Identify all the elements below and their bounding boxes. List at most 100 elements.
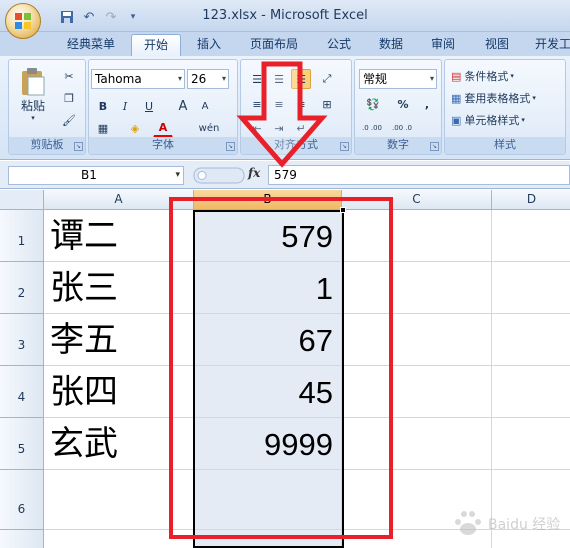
row-header[interactable]: 6 xyxy=(0,470,44,530)
increase-decimal-button[interactable]: .0 .00 xyxy=(359,118,385,138)
styles-group-label: 样式 xyxy=(445,137,565,154)
phonetic-button[interactable]: wén xyxy=(195,118,223,138)
cell-styles-icon: ▣ xyxy=(451,113,462,127)
cell-a2[interactable]: 张三 xyxy=(44,262,194,314)
column-header-a[interactable]: A xyxy=(44,190,194,210)
chevron-down-icon: ▾ xyxy=(175,170,180,180)
cell-c2[interactable] xyxy=(342,262,492,314)
watermark-text: Baidu 经验 xyxy=(488,517,560,533)
formula-input[interactable]: 579 xyxy=(268,165,570,185)
accounting-format-icon[interactable]: 💱 xyxy=(359,94,387,114)
paste-label: 粘贴 xyxy=(20,98,45,113)
cell-a7[interactable] xyxy=(44,530,194,548)
ribbon-tabs: 经典菜单 开始 插入 页面布局 公式 数据 审阅 视图 开发工 xyxy=(0,32,570,56)
font-name-combo[interactable]: Tahoma ▾ xyxy=(91,69,185,89)
cell-c4[interactable] xyxy=(342,366,492,418)
shrink-font-button[interactable]: A xyxy=(195,96,215,116)
font-size-value: 26 xyxy=(191,72,207,86)
cell-a1[interactable]: 谭二 xyxy=(44,210,194,262)
copy-icon[interactable]: ❐ xyxy=(59,88,79,108)
decrease-decimal-button[interactable]: .00 .0 xyxy=(389,118,415,138)
tab-page-layout[interactable]: 页面布局 xyxy=(240,34,308,56)
font-name-value: Tahoma xyxy=(95,72,142,86)
tab-formulas[interactable]: 公式 xyxy=(316,34,362,56)
tab-developer[interactable]: 开发工 xyxy=(530,34,570,56)
cell-styles-label: 单元格样式 xyxy=(464,114,520,127)
row-header[interactable]: 5 xyxy=(0,418,44,470)
underline-button[interactable]: U xyxy=(139,96,159,116)
italic-button[interactable]: I xyxy=(115,96,135,116)
table-format-icon: ▦ xyxy=(451,91,462,105)
bold-button[interactable]: B xyxy=(93,96,113,116)
title-bar: ↶ ↷ ▾ 123.xlsx - Microsoft Excel xyxy=(0,0,570,39)
cell-d2[interactable] xyxy=(492,262,570,314)
tab-insert[interactable]: 插入 xyxy=(186,34,232,56)
conditional-format-icon: ▤ xyxy=(451,69,462,83)
grow-font-button[interactable]: A xyxy=(173,96,193,116)
paste-button[interactable]: 粘贴 ▾ xyxy=(15,66,51,122)
tab-classic-menu[interactable]: 经典菜单 xyxy=(56,34,126,56)
select-all-button[interactable] xyxy=(0,190,44,210)
number-format-combo[interactable]: 常规 ▾ xyxy=(359,69,437,89)
cell-b7[interactable] xyxy=(194,530,342,548)
cell-a3[interactable]: 李五 xyxy=(44,314,194,366)
cell-c5[interactable] xyxy=(342,418,492,470)
insert-function-button[interactable]: fx xyxy=(248,166,260,180)
cut-icon[interactable]: ✂ xyxy=(59,66,79,86)
number-group-label: 数字 xyxy=(355,137,441,154)
percent-button[interactable]: % xyxy=(393,94,413,114)
window-title: 123.xlsx - Microsoft Excel xyxy=(202,8,368,23)
tab-view[interactable]: 视图 xyxy=(474,34,520,56)
font-size-combo[interactable]: 26 ▾ xyxy=(187,69,229,89)
cell-b6[interactable] xyxy=(194,470,342,530)
tab-data[interactable]: 数据 xyxy=(368,34,414,56)
cell-d3[interactable] xyxy=(492,314,570,366)
conditional-format-button[interactable]: ▤ 条件格式 ▾ xyxy=(451,66,514,86)
name-box-value: B1 xyxy=(81,168,97,182)
office-button[interactable] xyxy=(5,3,41,39)
cell-b3[interactable]: 67 xyxy=(194,314,342,366)
number-dialog-launcher[interactable]: ↘ xyxy=(430,142,439,151)
row-header[interactable]: 1 xyxy=(0,210,44,262)
cell-a5[interactable]: 玄武 xyxy=(44,418,194,470)
format-as-table-button[interactable]: ▦ 套用表格格式 ▾ xyxy=(451,88,536,108)
column-header-d[interactable]: D xyxy=(492,190,570,210)
excel-window: ↶ ↷ ▾ 123.xlsx - Microsoft Excel 经典菜单 开始… xyxy=(0,0,570,548)
cell-b5[interactable]: 9999 xyxy=(194,418,342,470)
row-header[interactable]: 2 xyxy=(0,262,44,314)
cell-c1[interactable] xyxy=(342,210,492,262)
cell-b2[interactable]: 1 xyxy=(194,262,342,314)
font-group: Tahoma ▾ 26 ▾ B I U A A ▦ ◈ A wén 字体 ↘ xyxy=(88,59,238,155)
conditional-format-label: 条件格式 xyxy=(464,70,509,83)
cell-a6[interactable] xyxy=(44,470,194,530)
row-header[interactable]: 3 xyxy=(0,314,44,366)
row-header[interactable]: 4 xyxy=(0,366,44,418)
name-box[interactable]: B1 ▾ xyxy=(8,166,184,185)
borders-icon[interactable]: ▦ xyxy=(93,118,113,138)
paste-icon xyxy=(22,67,45,95)
cell-c3[interactable] xyxy=(342,314,492,366)
format-painter-icon[interactable]: 🖌 xyxy=(59,110,79,130)
cell-a4[interactable]: 张四 xyxy=(44,366,194,418)
row-header[interactable] xyxy=(0,530,44,548)
cell-b4[interactable]: 45 xyxy=(194,366,342,418)
comma-button[interactable]: , xyxy=(417,94,437,114)
tab-review[interactable]: 审阅 xyxy=(420,34,466,56)
tab-home[interactable]: 开始 xyxy=(131,34,181,56)
baidu-watermark-icon: Baidu 经验 xyxy=(455,511,560,535)
font-color-button[interactable]: A xyxy=(153,118,173,138)
fill-handle[interactable] xyxy=(340,207,346,213)
cell-d1[interactable] xyxy=(492,210,570,262)
alignment-dialog-launcher[interactable]: ↘ xyxy=(340,142,349,151)
office-logo-icon xyxy=(15,13,31,29)
cell-d4[interactable] xyxy=(492,366,570,418)
column-header-b[interactable]: B xyxy=(194,190,342,210)
column-header-c[interactable]: C xyxy=(342,190,492,210)
cell-styles-button[interactable]: ▣ 单元格样式 ▾ xyxy=(451,110,525,130)
clipboard-dialog-launcher[interactable]: ↘ xyxy=(74,142,83,151)
cell-d5[interactable] xyxy=(492,418,570,470)
cell-b1[interactable]: 579 xyxy=(194,210,342,262)
styles-group: ▤ 条件格式 ▾ ▦ 套用表格格式 ▾ ▣ 单元格样式 ▾ 样式 xyxy=(444,59,566,155)
format-as-table-label: 套用表格格式 xyxy=(464,92,531,105)
fill-color-icon[interactable]: ◈ xyxy=(125,118,145,138)
